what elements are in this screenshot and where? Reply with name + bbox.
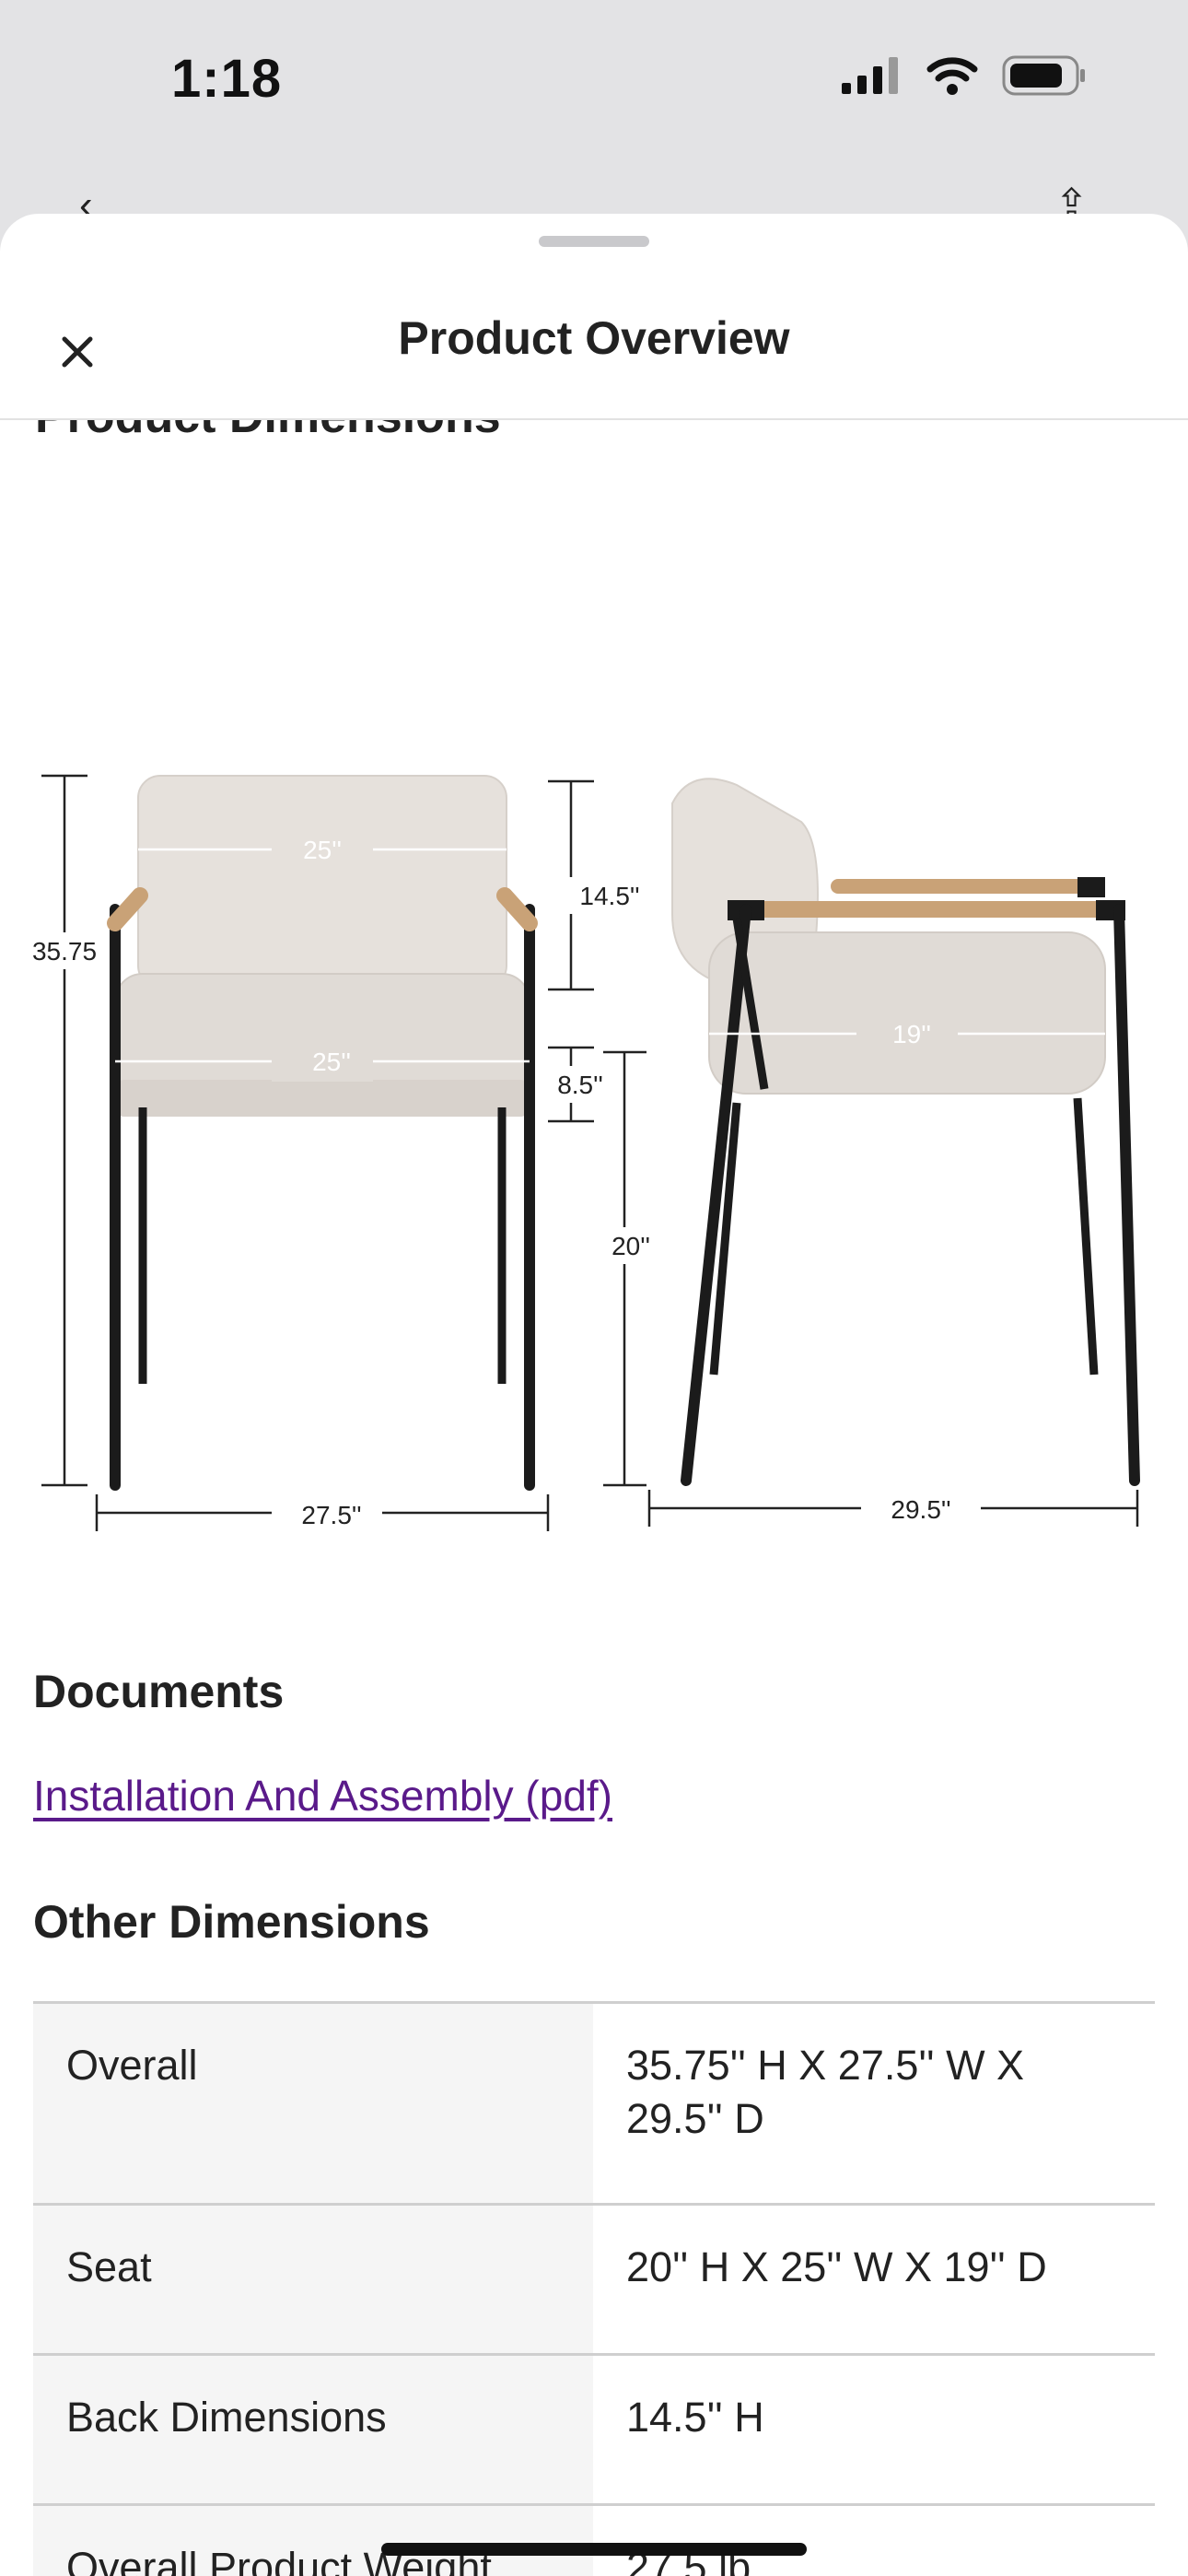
table-row: Overall 35.75'' H X 27.5'' W X 29.5'' D: [33, 2004, 1155, 2206]
dimension-value: 20'' H X 25'' W X 19'' D: [626, 2243, 1047, 2290]
dimension-diagram: 25'' 25'' 14.5'' 8.5'' 35.75 27.5'' 19''…: [32, 774, 1140, 1533]
dimension-label: Overall Product Weight: [33, 2506, 593, 2576]
back-height-label: 14.5'': [579, 882, 639, 910]
seat-width-label: 25'': [312, 1048, 351, 1076]
status-icons: [842, 55, 1087, 96]
table-row: Seat 20'' H X 25'' W X 19'' D: [33, 2206, 1155, 2356]
dimension-label: Seat: [33, 2206, 593, 2353]
seat-thickness-label: 8.5'': [557, 1071, 603, 1099]
installation-pdf-link[interactable]: Installation And Assembly (pdf): [33, 1771, 612, 1821]
status-time: 1:18: [171, 49, 283, 109]
battery-icon: [1002, 55, 1085, 96]
dimension-label: Overall: [33, 2004, 593, 2203]
dimensions-table: Overall 35.75'' H X 27.5'' W X 29.5'' D …: [33, 2001, 1155, 2576]
dimension-label: Back Dimensions: [33, 2356, 593, 2503]
dimension-value: 14.5'' H: [626, 2394, 764, 2441]
overall-height-label: 35.75: [32, 937, 97, 966]
product-overview-sheet: Product Overview Product Dimensions: [0, 214, 1188, 2576]
side-view-chair: [671, 778, 1140, 1486]
documents-heading: Documents: [33, 1666, 285, 1717]
cellular-signal-icon: [842, 57, 898, 94]
overall-depth-label: 29.5'': [891, 1495, 950, 1524]
sheet-grabber[interactable]: [539, 236, 649, 247]
sheet-title: Product Overview: [398, 312, 790, 364]
table-row: Overall Product Weight 27.5 lb.: [33, 2506, 1155, 2576]
back-width-label: 25'': [303, 836, 342, 864]
sheet-header: Product Overview: [0, 262, 1188, 420]
seat-height-label: 20'': [611, 1232, 650, 1260]
wifi-icon: [926, 57, 978, 95]
home-indicator[interactable]: [381, 2543, 807, 2556]
front-view-chair: [107, 775, 538, 1491]
table-row: Back Dimensions 14.5'' H: [33, 2356, 1155, 2506]
dimension-value: 35.75'' H X 27.5'' W X 29.5'' D: [626, 2042, 1025, 2142]
other-dimensions-heading: Other Dimensions: [33, 1896, 430, 1948]
status-bar: 1:18 ‹ ⇪: [0, 0, 1188, 228]
overall-width-label: 27.5'': [301, 1501, 361, 1529]
seat-depth-label: 19'': [892, 1020, 931, 1048]
dimension-value: 27.5 lb.: [626, 2544, 763, 2576]
